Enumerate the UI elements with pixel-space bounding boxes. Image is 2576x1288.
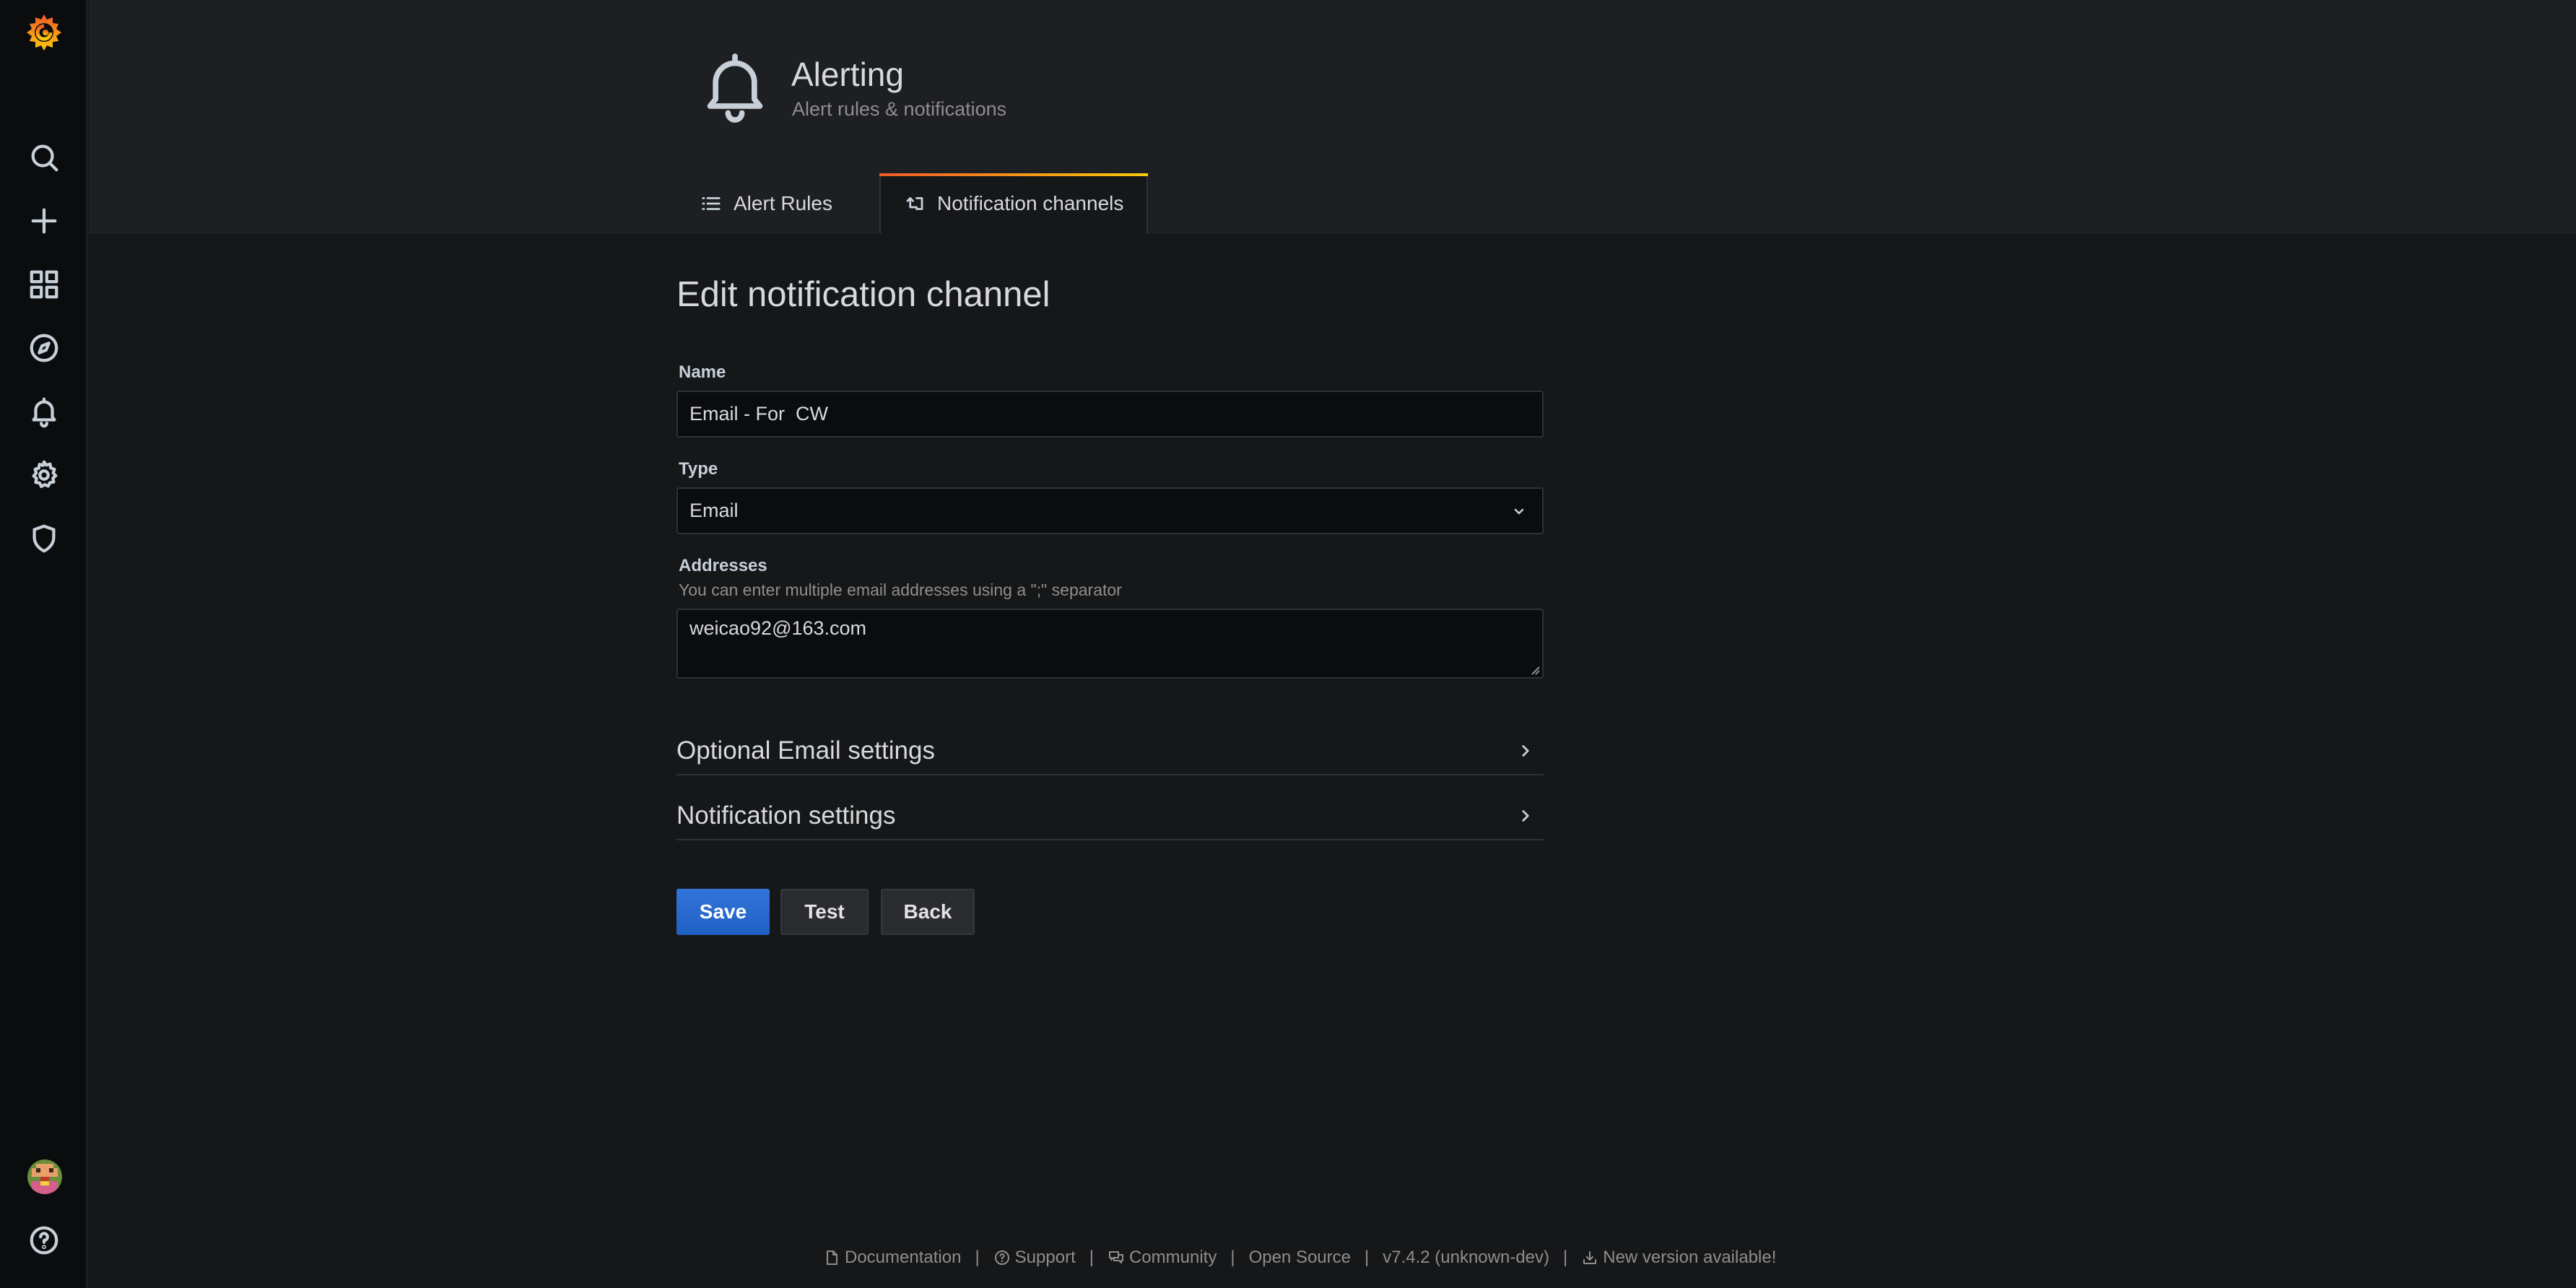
save-button[interactable]: Save [676,889,770,935]
version-label: v7.4.2 (unknown-dev) [1383,1248,1550,1267]
dashboards-icon[interactable] [0,256,87,313]
test-button[interactable]: Test [780,889,869,935]
plus-icon[interactable] [0,192,87,250]
name-field-value: Email - For CW [689,403,828,425]
footer-separator: | [1230,1248,1235,1267]
comments-icon [1108,1251,1123,1263]
tab-alert-rules[interactable]: Alert Rules [700,173,832,234]
name-field[interactable]: Email - For CW [676,391,1544,438]
back-button[interactable]: Back [881,889,975,935]
name-label: Name [679,362,726,382]
download-icon [1583,1251,1597,1264]
documentation-link[interactable]: Documentation [823,1248,961,1268]
list-icon [702,197,721,210]
notification-settings-section[interactable]: Notification settings [676,793,1544,840]
open-source-label: Open Source [1248,1248,1351,1267]
community-label: Community [1128,1248,1217,1267]
addresses-description: You can enter multiple email addresses u… [679,580,1122,599]
section-label: Optional Email settings [676,736,935,765]
footer-separator: | [1563,1248,1568,1267]
open-source-link[interactable]: Open Source [1249,1248,1351,1268]
footer-separator: | [1364,1248,1370,1267]
footer-separator: | [975,1248,980,1267]
tab-notification-channels[interactable]: Notification channels [879,173,1148,234]
page-header [89,0,2576,234]
footer: Documentation | Support | Community | Op… [823,1243,1776,1272]
help-icon[interactable] [0,1211,87,1269]
optional-email-settings-section[interactable]: Optional Email settings [676,728,1544,775]
support-link[interactable]: Support [993,1248,1076,1268]
documentation-label: Documentation [845,1248,962,1267]
user-avatar[interactable] [27,1159,62,1194]
page-header-title: Alerting [791,56,904,93]
addresses-value: weicao92@163.com [689,617,867,639]
chevron-down-icon [1514,508,1524,514]
section-label: Notification settings [676,801,896,830]
tab-label: Alert Rules [734,192,832,214]
tab-label: Notification channels [937,192,1124,214]
new-version-label: New version available! [1603,1248,1777,1267]
new-version-link[interactable]: New version available! [1581,1248,1776,1268]
question-circle-icon [994,1250,1009,1265]
addresses-textarea[interactable]: weicao92@163.com [676,609,1544,679]
addresses-label: Addresses [679,556,767,575]
chevron-right-icon [1522,810,1529,822]
type-select-value: Email [689,500,739,521]
notification-channels-icon [906,197,923,210]
document-icon [827,1250,837,1265]
explore-compass-icon[interactable] [0,319,87,377]
bell-icon [702,52,768,124]
resize-handle-icon[interactable] [1528,663,1540,675]
configuration-gear-icon[interactable] [0,446,87,504]
page-header-subtitle: Alert rules & notifications [792,98,1007,120]
grafana-logo-icon[interactable] [0,0,87,65]
support-label: Support [1014,1248,1076,1267]
chevron-right-icon [1522,745,1529,757]
community-link[interactable]: Community [1108,1248,1217,1268]
alerting-bell-icon[interactable] [0,383,87,440]
type-label: Type [679,459,718,479]
page-title: Edit notification channel [676,275,1050,314]
footer-separator: | [1089,1248,1094,1267]
server-admin-shield-icon[interactable] [0,510,87,567]
search-icon[interactable] [0,129,87,186]
sidebar [0,0,87,1288]
type-select[interactable]: Email [676,487,1544,534]
